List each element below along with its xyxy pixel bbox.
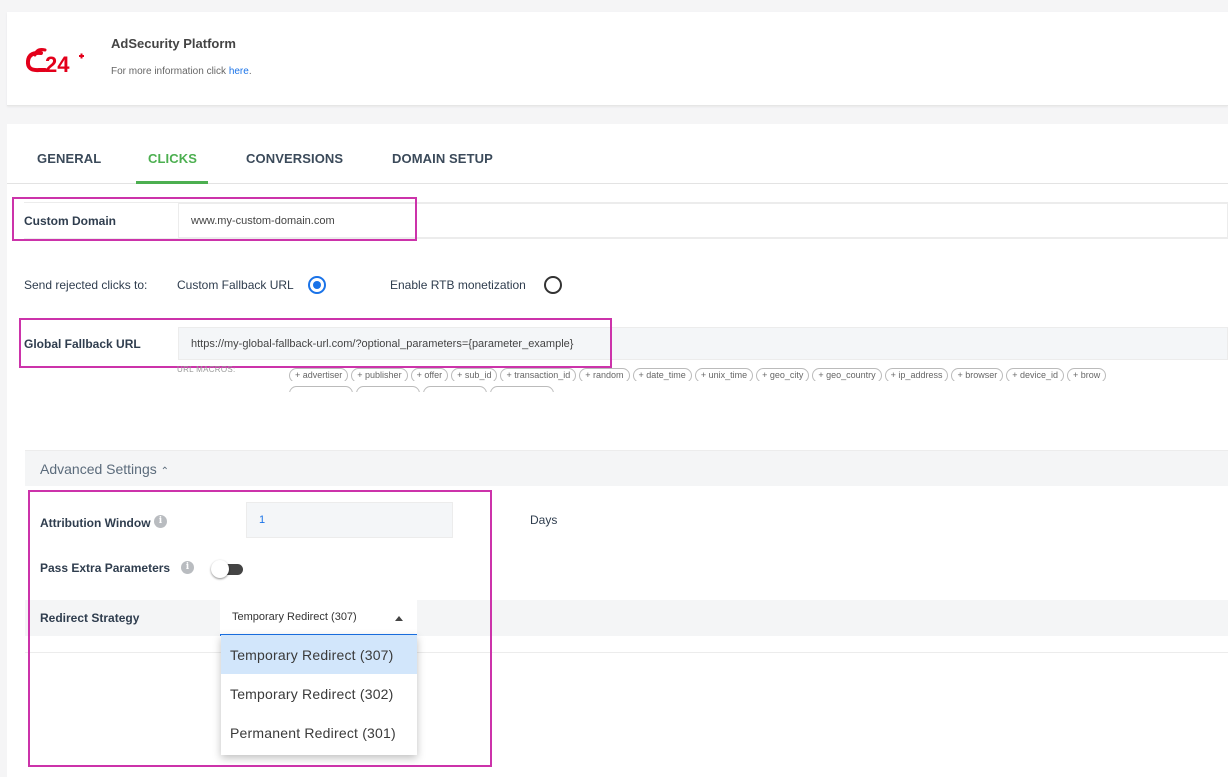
macro-chip[interactable]: + geo_city [756,368,810,381]
redirect-strategy-label: Redirect Strategy [40,611,140,625]
redirect-strategy-row [25,600,1228,636]
rtb-monetization-label: Enable RTB monetization [390,278,526,292]
info-prefix: For more information click [111,66,229,77]
c24-logo-icon: 24 [25,48,84,77]
info-icon[interactable]: i [181,561,194,574]
custom-domain-label: Custom Domain [24,214,117,228]
tab-general[interactable]: GENERAL [37,151,101,166]
url-macros-list: + advertiser + publisher + offer + sub_id + … [289,365,1228,381]
url-macros-overflow-row [289,386,589,392]
redirect-option-301[interactable]: Permanent Redirect (301) [221,713,417,752]
custom-fallback-radio[interactable] [308,276,326,294]
url-macros-label: URL MACROS: [177,365,236,374]
app-title: AdSecurity Platform [111,36,236,51]
attribution-window-input[interactable]: 1 [246,502,453,538]
brand-logo: 24 [23,42,93,82]
rejected-clicks-label: Send rejected clicks to: [24,278,148,292]
chevron-up-icon: ⌃ [160,466,170,477]
global-fallback-input[interactable]: https://my-global-fallback-url.com/?opti… [178,327,1228,360]
caret-up-icon [395,616,403,621]
macro-chip[interactable]: + publisher [351,368,408,381]
rtb-monetization-radio[interactable] [544,276,562,294]
macro-chip-cut [289,386,353,392]
macro-chip[interactable]: + transaction_id [500,368,577,381]
advanced-divider [25,652,1228,653]
info-suffix: . [248,66,252,77]
pass-extra-params-label: Pass Extra Parameters [40,561,171,575]
macro-chip[interactable]: + date_time [632,368,692,381]
custom-domain-input[interactable]: www.my-custom-domain.com [178,203,1228,238]
macro-chip[interactable]: + offer [410,368,449,381]
active-tab-indicator [136,181,208,184]
tab-clicks[interactable]: CLICKS [148,151,197,166]
redirect-strategy-value: Temporary Redirect (307) [232,611,357,623]
attribution-unit-label: Days [530,513,558,527]
advanced-settings-header[interactable]: Advanced Settings ⌃ [25,450,1228,486]
header-card: 24 AdSecurity Platform For more informat… [7,12,1228,106]
info-here-link[interactable]: here [229,66,249,77]
macro-chip[interactable]: + device_id [1006,368,1065,381]
global-fallback-label: Global Fallback URL [24,337,141,351]
custom-fallback-label: Custom Fallback URL [177,278,294,292]
macro-chip[interactable]: + ip_address [884,368,949,381]
advanced-settings-label: Advanced Settings [40,461,157,477]
macro-chip-cut [356,386,420,392]
main-card: GENERAL CLICKS CONVERSIONS DOMAIN SETUP … [7,124,1228,777]
macro-chip[interactable]: + brow [1067,368,1107,381]
info-line: For more information click here. [111,66,252,77]
macro-chip[interactable]: + random [579,368,630,381]
tab-domain-setup[interactable]: DOMAIN SETUP [392,151,493,166]
redirect-option-307[interactable]: Temporary Redirect (307) [221,635,417,674]
macro-chip-cut [423,386,487,392]
macro-chip[interactable]: + sub_id [451,368,498,381]
advanced-settings-title: Advanced Settings ⌃ [40,461,169,477]
macro-chip-cut [490,386,554,392]
macro-chip[interactable]: + unix_time [694,368,754,381]
tab-bar: GENERAL CLICKS CONVERSIONS DOMAIN SETUP [7,124,1228,184]
macro-chip[interactable]: + geo_country [812,368,882,381]
svg-text:24: 24 [45,52,70,77]
info-icon[interactable]: i [154,515,167,528]
redirect-option-302[interactable]: Temporary Redirect (302) [221,674,417,713]
attribution-window-label: Attribution Window [40,516,151,530]
toggle-knob [211,560,229,578]
redirect-strategy-dropdown: Temporary Redirect (307) Temporary Redir… [221,635,417,755]
macro-chip[interactable]: + advertiser [289,368,349,381]
redirect-strategy-select[interactable]: Temporary Redirect (307) [220,600,417,636]
macro-chip[interactable]: + browser [951,368,1004,381]
pass-extra-params-toggle[interactable] [211,560,243,578]
tab-conversions[interactable]: CONVERSIONS [246,151,343,166]
